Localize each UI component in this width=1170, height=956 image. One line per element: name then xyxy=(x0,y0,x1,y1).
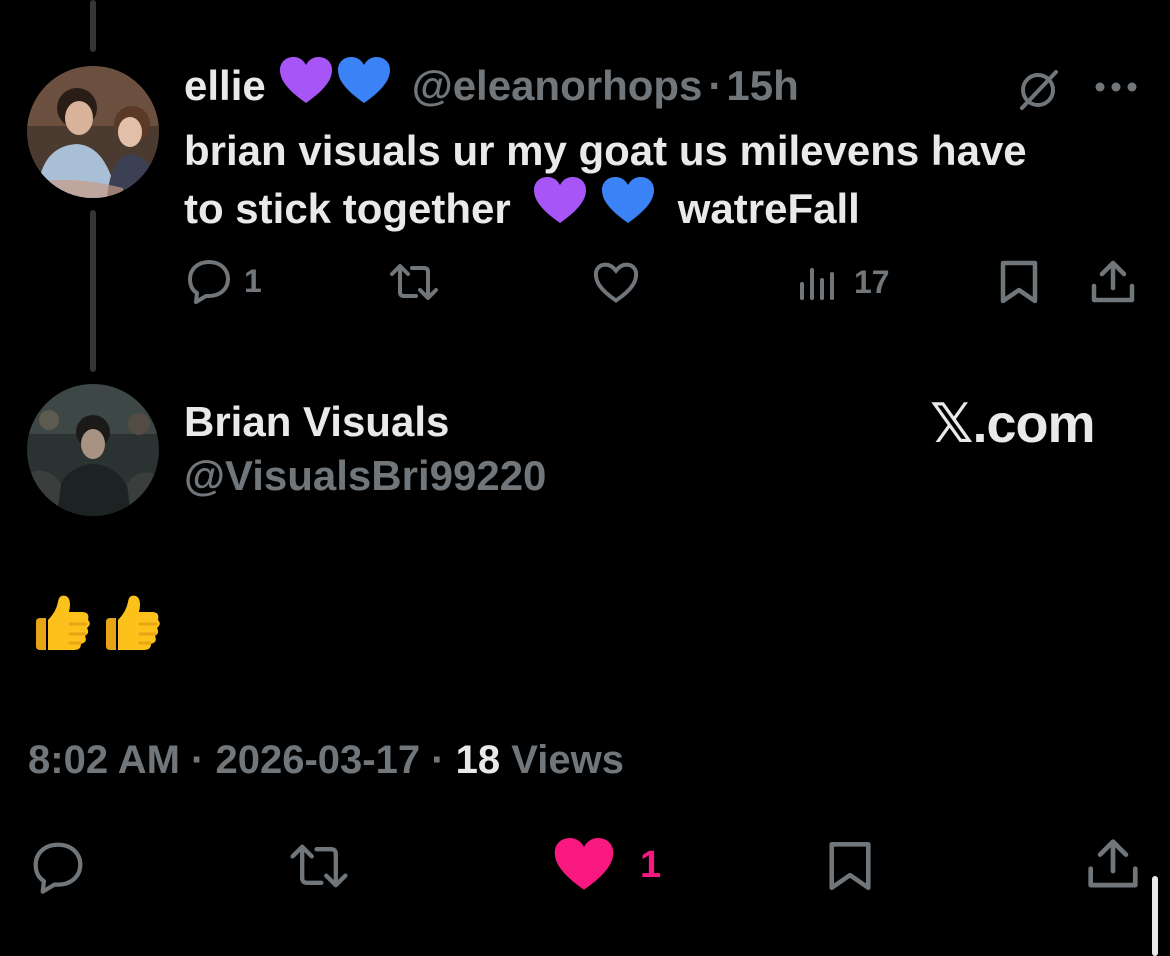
reply-text-line2-end: watreFall xyxy=(677,185,860,232)
purple-heart-icon xyxy=(534,177,587,240)
reply-display-name[interactable]: ellie xyxy=(184,62,266,110)
tweet-time[interactable]: 8:02 AM xyxy=(28,738,180,782)
reply-time[interactable]: 15h xyxy=(726,62,798,110)
view-count: 18 xyxy=(455,738,501,782)
share-icon xyxy=(1088,839,1138,888)
reply-text-line2: to stick together watreFall xyxy=(184,177,1124,240)
views-count: 17 xyxy=(854,263,890,300)
reply-action-like[interactable] xyxy=(592,262,640,304)
retweet-icon xyxy=(390,264,438,300)
reply-icon xyxy=(188,260,230,304)
meta-separator: · xyxy=(191,738,205,782)
main-display-name[interactable]: Brian Visuals xyxy=(184,398,449,446)
bookmark-icon xyxy=(829,842,871,891)
reply-action-retweet[interactable] xyxy=(388,262,440,302)
main-reply-button[interactable] xyxy=(30,840,86,899)
reply-count: 1 xyxy=(244,262,262,299)
bookmark-icon[interactable] xyxy=(998,260,1040,309)
main-bookmark-button[interactable] xyxy=(826,840,874,897)
blue-heart-icon xyxy=(602,177,655,240)
reply-text-line2-start: to stick together xyxy=(184,185,511,232)
main-retweet-button[interactable] xyxy=(286,842,352,895)
time-separator: · xyxy=(708,62,723,109)
reply-tweet-header: ellie @eleanorhops · 15h xyxy=(184,57,799,115)
x-com-watermark: 𝕏.com xyxy=(930,394,1096,454)
views-icon xyxy=(800,268,834,300)
purple-heart-icon xyxy=(279,57,332,115)
tweet-metadata: 8:02 AM · 2026-03-17 · 18 Views xyxy=(28,738,624,783)
reply-text-line1: brian visuals ur my goat us milevens hav… xyxy=(184,127,1027,174)
main-share-button[interactable] xyxy=(1086,838,1140,895)
reply-action-reply[interactable]: 1 xyxy=(186,258,262,304)
share-icon[interactable] xyxy=(1090,260,1136,309)
main-like-button[interactable]: 1 xyxy=(554,838,661,892)
blue-heart-icon xyxy=(337,57,390,115)
views-label: Views xyxy=(511,738,624,782)
avatar-brian[interactable] xyxy=(27,384,159,516)
retweet-icon xyxy=(290,844,348,888)
thread-line-top xyxy=(90,0,96,52)
like-count: 1 xyxy=(640,843,662,886)
reply-action-views[interactable]: 17 xyxy=(798,262,890,302)
thumbs-up-icon xyxy=(36,595,90,650)
avatar-ellie[interactable] xyxy=(27,66,159,198)
main-handle[interactable]: @VisualsBri99220 xyxy=(184,452,546,500)
scrollbar[interactable] xyxy=(1152,876,1158,956)
thumbs-up-icon xyxy=(106,595,160,650)
grok-icon[interactable] xyxy=(1016,66,1062,117)
thread-line-bottom xyxy=(90,210,96,372)
like-icon xyxy=(593,262,639,303)
more-icon[interactable] xyxy=(1094,80,1138,99)
liked-heart-icon xyxy=(554,838,614,890)
reply-tweet-text: brian visuals ur my goat us milevens hav… xyxy=(184,122,1124,240)
main-tweet-body xyxy=(30,592,162,656)
tweet-date[interactable]: 2026-03-17 xyxy=(215,738,420,782)
reply-icon xyxy=(33,842,83,894)
meta-separator: · xyxy=(431,738,445,782)
reply-handle[interactable]: @eleanorhops xyxy=(412,62,703,110)
